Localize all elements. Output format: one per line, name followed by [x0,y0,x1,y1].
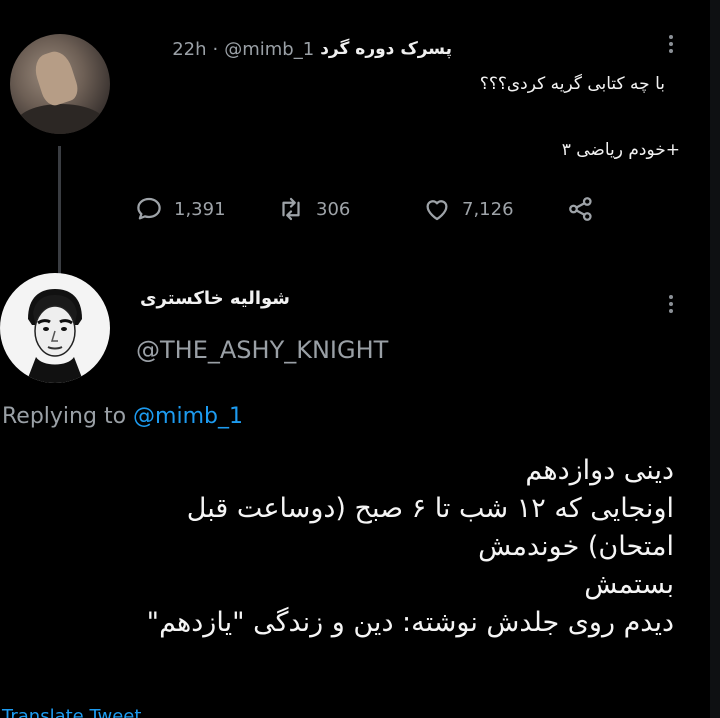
replying-label: Replying to [2,404,127,429]
handle[interactable]: @mimb_1 [224,39,314,60]
share-button[interactable] [566,192,596,226]
more-icon[interactable] [664,32,678,58]
avatar-shoulder [16,104,106,134]
tweet-subtext: +خودم ریاضی ۳ [561,140,680,160]
reply-icon [137,197,161,220]
tweet-text: دینی دوازدهم اونجایی که ۱۲ شب تا ۶ صبح (… [14,452,674,642]
tweet-text: با چه کتابی گریه کردی؟؟؟ [479,74,665,94]
avatar[interactable] [10,34,110,134]
reply-count: 1,391 [174,198,226,220]
tweet-header: 22h · @mimb_1 پسرک دوره گرد [172,36,452,62]
retweet-icon [282,197,300,221]
tweet-line: امتحان) خوندمش [478,531,674,562]
tweet-line: دینی دوازدهم [525,455,674,486]
like-button[interactable]: 7,126 [422,192,514,226]
tweet-line: اونجایی که ۱۲ شب تا ۶ صبح (دوساعت قبل [186,493,674,524]
separator: · [212,38,219,60]
tweet-line: دیدم روی جلدش نوشته: دین و زندگی "یازدهم… [146,607,674,638]
tweet-thread: 22h · @mimb_1 پسرک دوره گرد با چه کتابی … [0,0,720,718]
thread-connector [58,146,61,274]
like-count: 7,126 [462,198,514,220]
avatar-hand [30,47,82,109]
time[interactable]: 22h [172,39,206,60]
share-icon [569,197,592,221]
retweet-count: 306 [316,198,351,220]
display-name[interactable]: پسرک دوره گرد [320,39,452,59]
tweet-line: بستمش [584,569,674,600]
retweet-button[interactable]: 306 [276,192,350,226]
like-icon [426,200,448,221]
avatar-illustration [26,289,84,383]
replying-handle-link[interactable]: @mimb_1 [133,404,243,429]
avatar[interactable] [0,273,110,383]
more-icon[interactable] [664,292,678,318]
translate-tweet-link[interactable]: Translate Tweet [2,706,141,718]
tweet-actions: 1,391 306 7,126 [134,192,614,226]
handle[interactable]: @THE_ASHY_KNIGHT [136,336,388,364]
reply-button[interactable]: 1,391 [134,192,226,226]
display-name[interactable]: شوالیه خاکستری [140,288,290,309]
replying-to: Replying to @mimb_1 [2,404,243,429]
